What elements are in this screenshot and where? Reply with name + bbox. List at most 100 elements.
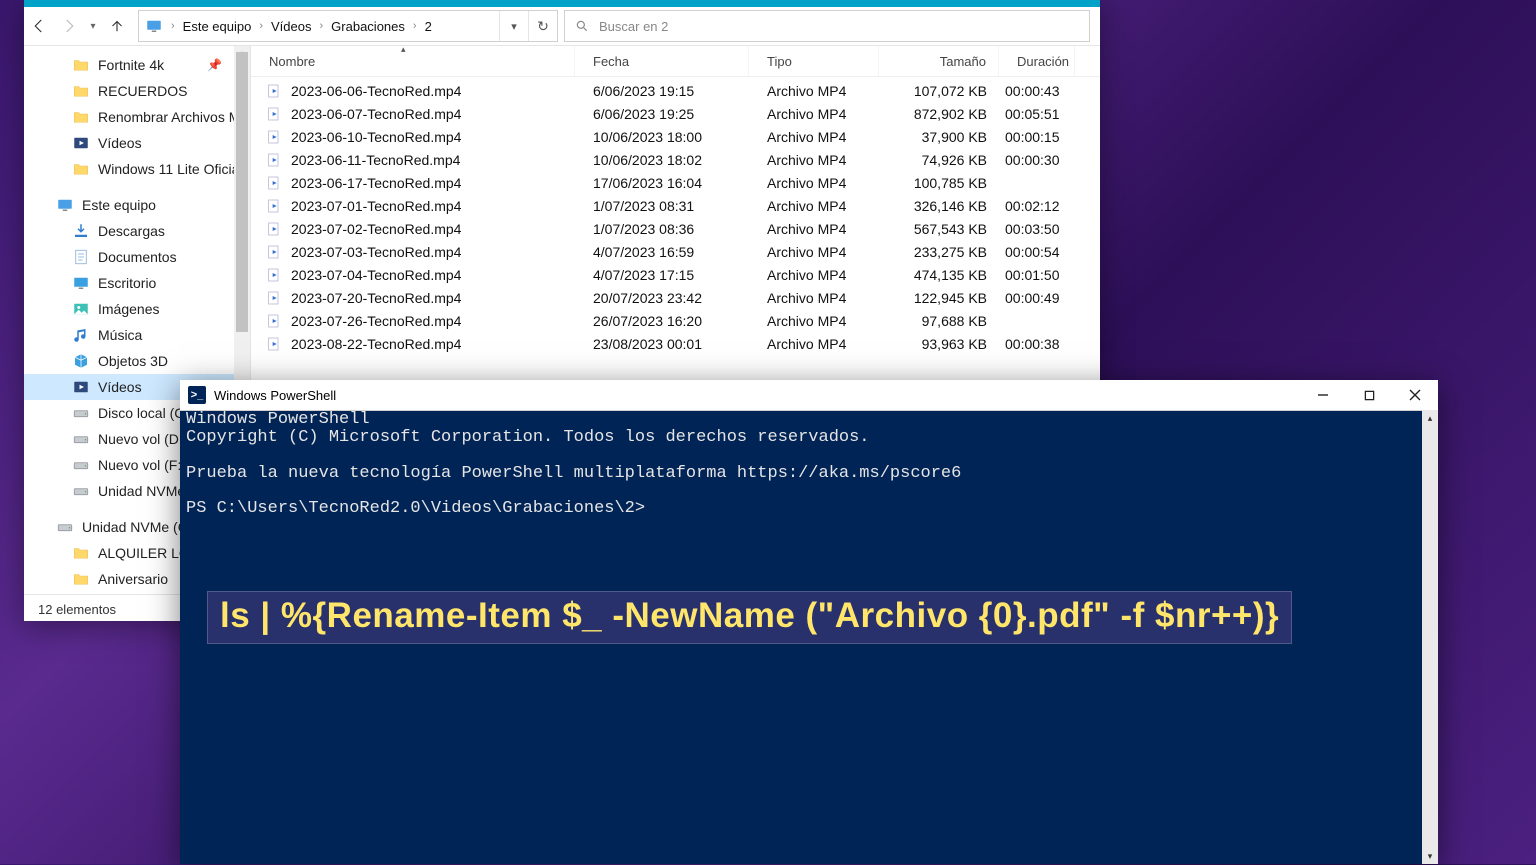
chevron-right-icon[interactable]: ›	[318, 20, 326, 32]
tree-item-label: Windows 11 Lite Oficial	[98, 161, 242, 177]
address-root-icon[interactable]	[139, 17, 169, 35]
powershell-title: Windows PowerShell	[214, 388, 1300, 403]
tree-item[interactable]: Música	[24, 322, 250, 348]
tree-item-label: Vídeos	[98, 379, 142, 395]
tree-item[interactable]: Descargas	[24, 218, 250, 244]
file-size: 97,688 KB	[879, 313, 999, 329]
file-row[interactable]: 2023-06-10-TecnoRed.mp410/06/2023 18:00A…	[251, 125, 1100, 148]
file-name: 2023-06-06-TecnoRed.mp4	[291, 83, 461, 99]
tree-item[interactable]: Documentos	[24, 244, 250, 270]
tree-item[interactable]: Renombrar Archivos Masivame	[24, 104, 250, 130]
column-header-type[interactable]: Tipo	[749, 46, 879, 76]
column-header-size[interactable]: Tamaño	[879, 46, 999, 76]
file-row[interactable]: 2023-07-26-TecnoRed.mp426/07/2023 16:20A…	[251, 309, 1100, 332]
tree-item-este-equipo[interactable]: Este equipo	[24, 192, 250, 218]
file-name: 2023-07-01-TecnoRed.mp4	[291, 198, 461, 214]
address-history-button[interactable]: ▾	[499, 11, 528, 41]
file-size: 326,146 KB	[879, 198, 999, 214]
file-date: 4/07/2023 16:59	[575, 244, 749, 260]
file-size: 100,785 KB	[879, 175, 999, 191]
search-icon	[575, 19, 589, 33]
file-size: 107,072 KB	[879, 83, 999, 99]
file-duration: 00:00:30	[999, 152, 1075, 168]
chevron-right-icon[interactable]: ›	[411, 20, 419, 32]
file-size: 37,900 KB	[879, 129, 999, 145]
explorer-titlebar[interactable]	[24, 0, 1100, 7]
file-type: Archivo MP4	[749, 129, 879, 145]
terminal-line: Copyright (C) Microsoft Corporation. Tod…	[186, 428, 870, 447]
nav-up-button[interactable]	[102, 11, 132, 41]
file-row[interactable]: 2023-06-06-TecnoRed.mp46/06/2023 19:15Ar…	[251, 79, 1100, 102]
file-date: 20/07/2023 23:42	[575, 290, 749, 306]
chevron-right-icon[interactable]: ›	[169, 20, 177, 32]
file-row[interactable]: 2023-06-07-TecnoRed.mp46/06/2023 19:25Ar…	[251, 102, 1100, 125]
file-type: Archivo MP4	[749, 106, 879, 122]
file-size: 74,926 KB	[879, 152, 999, 168]
tree-item-label: RECUERDOS	[98, 83, 187, 99]
tree-item[interactable]: Escritorio	[24, 270, 250, 296]
refresh-button[interactable]: ↻	[528, 11, 557, 41]
column-header-duration[interactable]: Duración	[999, 46, 1075, 76]
powershell-terminal[interactable]: Windows PowerShell Copyright (C) Microso…	[180, 411, 1438, 865]
file-row[interactable]: 2023-06-17-TecnoRed.mp417/06/2023 16:04A…	[251, 171, 1100, 194]
file-type: Archivo MP4	[749, 244, 879, 260]
breadcrumb-seg-4[interactable]: 2	[419, 19, 438, 34]
file-name: 2023-06-07-TecnoRed.mp4	[291, 106, 461, 122]
scroll-down-button[interactable]: ▾	[1422, 848, 1438, 864]
file-duration: 00:00:54	[999, 244, 1075, 260]
tree-item-label: Nuevo vol (F:)	[98, 457, 186, 473]
tree-item[interactable]: RECUERDOS	[24, 78, 250, 104]
file-duration: 00:00:15	[999, 129, 1075, 145]
tree-item-label: Imágenes	[98, 301, 159, 317]
tree-item[interactable]: Vídeos	[24, 130, 250, 156]
tree-item-label: Vídeos	[98, 135, 142, 151]
chevron-right-icon[interactable]: ›	[257, 20, 265, 32]
address-bar[interactable]: › Este equipo › Vídeos › Grabaciones › 2…	[138, 10, 558, 42]
column-header-date[interactable]: Fecha	[575, 46, 749, 76]
file-duration: 00:02:12	[999, 198, 1075, 214]
file-row[interactable]: 2023-07-01-TecnoRed.mp41/07/2023 08:31Ar…	[251, 194, 1100, 217]
file-type: Archivo MP4	[749, 198, 879, 214]
file-row[interactable]: 2023-06-11-TecnoRed.mp410/06/2023 18:02A…	[251, 148, 1100, 171]
file-row[interactable]: 2023-07-04-TecnoRed.mp44/07/2023 17:15Ar…	[251, 263, 1100, 286]
file-name: 2023-08-22-TecnoRed.mp4	[291, 336, 461, 352]
file-row[interactable]: 2023-07-03-TecnoRed.mp4 4/07/2023 16:59Ar…	[251, 240, 1100, 263]
powershell-titlebar[interactable]: >_ Windows PowerShell	[180, 380, 1438, 411]
arrow-right-icon	[60, 17, 78, 35]
file-row[interactable]: 2023-07-02-TecnoRed.mp41/07/2023 08:36Ar…	[251, 217, 1100, 240]
file-name: 2023-07-03-TecnoRed.mp4	[291, 244, 461, 260]
tree-item[interactable]: Fortnite 4k📌	[24, 52, 250, 78]
file-date: 4/07/2023 17:15	[575, 267, 749, 283]
tree-item-label: Escritorio	[98, 275, 156, 291]
file-date: 6/06/2023 19:15	[575, 83, 749, 99]
column-header-name[interactable]: Nombre	[251, 46, 575, 76]
scroll-up-button[interactable]: ▴	[1422, 410, 1438, 426]
maximize-button[interactable]	[1346, 380, 1392, 410]
nav-forward-button[interactable]	[54, 11, 84, 41]
minimize-button[interactable]	[1300, 380, 1346, 410]
nav-recent-button[interactable]: ▾	[84, 11, 102, 41]
tree-item[interactable]: Objetos 3D	[24, 348, 250, 374]
file-date: 26/07/2023 16:20	[575, 313, 749, 329]
file-duration: 00:01:50	[999, 267, 1075, 283]
tree-item[interactable]: Windows 11 Lite Oficial	[24, 156, 250, 182]
file-name: 2023-06-17-TecnoRed.mp4	[291, 175, 461, 191]
tree-item-label: Descargas	[98, 223, 165, 239]
close-button[interactable]	[1392, 380, 1438, 410]
breadcrumb-seg-3[interactable]: Grabaciones	[325, 19, 411, 34]
sort-indicator-icon: ▴	[401, 46, 406, 55]
search-input[interactable]: Buscar en 2	[564, 10, 1090, 42]
tree-item-label: Objetos 3D	[98, 353, 168, 369]
command-overlay: ls | %{Rename-Item $_ -NewName ("Archivo…	[207, 591, 1292, 644]
terminal-scrollbar[interactable]	[1422, 410, 1438, 864]
file-name: 2023-06-11-TecnoRed.mp4	[291, 152, 460, 168]
breadcrumb-seg-2[interactable]: Vídeos	[265, 19, 317, 34]
file-row[interactable]: 2023-07-20-TecnoRed.mp420/07/2023 23:42A…	[251, 286, 1100, 309]
file-row[interactable]: 2023-08-22-TecnoRed.mp423/08/2023 00:01A…	[251, 332, 1100, 355]
terminal-prompt: PS C:\Users\TecnoRed2.0\Videos\Grabacion…	[186, 499, 645, 518]
scroll-thumb[interactable]	[236, 52, 248, 332]
nav-back-button[interactable]	[24, 11, 54, 41]
breadcrumb-seg-1[interactable]: Este equipo	[177, 19, 258, 34]
tree-item[interactable]: Imágenes	[24, 296, 250, 322]
file-date: 23/08/2023 00:01	[575, 336, 749, 352]
